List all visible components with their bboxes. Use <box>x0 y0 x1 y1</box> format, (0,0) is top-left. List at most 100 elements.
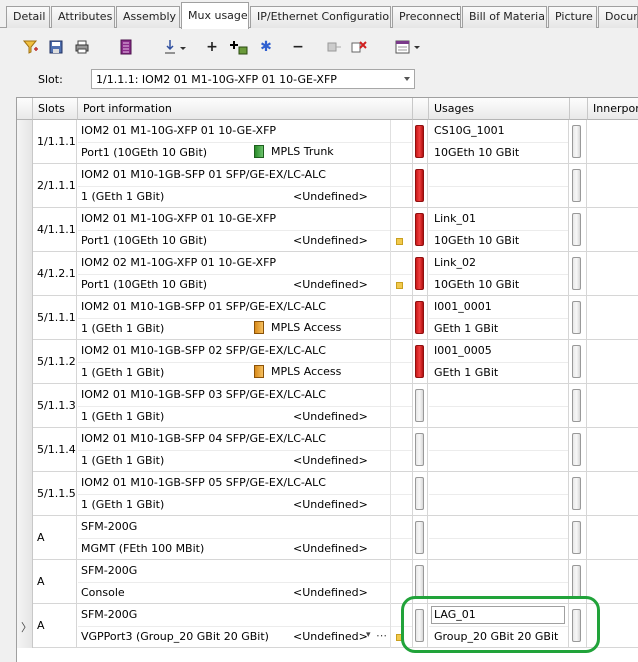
port-information-cell[interactable]: IOM2 01 M1-10G-XFP 01 10-GE-XFP Port1 (10… <box>78 120 413 164</box>
indicator-cell[interactable] <box>390 208 412 252</box>
disconnect-icon[interactable] <box>325 38 343 56</box>
usage-cell[interactable]: LAG_01 Group_20 GBit 20 GBit <box>429 604 569 648</box>
table-row[interactable]: 5/1.1.1 IOM2 01 M10-1GB-SFP 01 SFP/GE-EX/… <box>17 296 638 340</box>
port-information-cell[interactable]: SFM-200G VGPPort3 (Group_20 GBit 20 GBit)… <box>78 604 413 648</box>
innerport-cell[interactable] <box>588 472 638 516</box>
status-cell[interactable] <box>413 252 428 296</box>
innerport-cell[interactable] <box>588 340 638 384</box>
tab-assembly[interactable]: Assembly <box>116 6 180 28</box>
usage-cell[interactable]: Link_01 10GEth 10 GBit <box>429 208 569 252</box>
slot-cell[interactable]: 4/1.1.1 <box>33 208 77 252</box>
indicator-cell[interactable] <box>390 340 412 384</box>
indicator-cell[interactable] <box>390 164 412 208</box>
port-information-cell[interactable]: IOM2 01 M10-1GB-SFP 01 SFP/GE-EX/LC-ALC 1… <box>78 164 413 208</box>
table-row[interactable]: A SFM-200G Console <Undefined> <box>17 560 638 604</box>
row-header[interactable] <box>17 428 33 472</box>
usage-cell[interactable]: Link_02 10GEth 10 GBit <box>429 252 569 296</box>
tab-picture[interactable]: Picture <box>548 6 597 28</box>
indicator-cell[interactable] <box>390 472 412 516</box>
status-cell[interactable] <box>413 120 428 164</box>
usage-flag-cell[interactable] <box>570 164 587 208</box>
table-row[interactable]: 5/1.1.4 IOM2 01 M10-1GB-SFP 04 SFP/GE-EX/… <box>17 428 638 472</box>
innerport-cell[interactable] <box>588 296 638 340</box>
slot-cell[interactable]: 4/1.2.1 <box>33 252 77 296</box>
row-header[interactable] <box>17 296 33 340</box>
chevron-down-icon[interactable] <box>404 77 410 81</box>
port-information-cell[interactable]: IOM2 01 M10-1GB-SFP 04 SFP/GE-EX/LC-ALC 1… <box>78 428 413 472</box>
port-information-cell[interactable]: SFM-200G Console <Undefined> <box>78 560 413 604</box>
usage-cell[interactable]: CS10G_1001 10GEth 10 GBit <box>429 120 569 164</box>
usage-cell[interactable]: I001_0001 GEth 1 GBit <box>429 296 569 340</box>
port-information-cell[interactable]: SFM-200G MGMT (FEth 100 MBit) <Undefined> <box>78 516 413 560</box>
table-row[interactable]: 4/1.1.1 IOM2 01 M1-10G-XFP 01 10-GE-XFP Po… <box>17 208 638 252</box>
snowflake-icon[interactable]: ✱ <box>257 38 275 56</box>
usage-cell[interactable] <box>429 472 569 516</box>
tab-bill-of-material[interactable]: Bill of Material <box>462 6 547 28</box>
slot-cell[interactable]: 1/1.1.1 <box>33 120 77 164</box>
service-label[interactable]: MPLS Access <box>254 365 341 378</box>
slot-cell[interactable]: A <box>33 560 77 604</box>
table-row[interactable]: 〉 A SFM-200G VGPPort3 (Group_20 GBit 20 GBi… <box>17 604 638 648</box>
table-row[interactable]: 5/1.1.3 IOM2 01 M10-1GB-SFP 03 SFP/GE-EX/… <box>17 384 638 428</box>
service-undefined[interactable]: <Undefined> <box>293 498 368 511</box>
status-cell[interactable] <box>413 560 428 604</box>
innerport-cell[interactable] <box>588 560 638 604</box>
indicator-cell[interactable] <box>390 428 412 472</box>
row-header[interactable] <box>17 164 33 208</box>
usage-flag-cell[interactable] <box>570 560 587 604</box>
service-label[interactable]: MPLS Access <box>254 321 341 334</box>
table-row[interactable]: A SFM-200G MGMT (FEth 100 MBit) <Undefined> <box>17 516 638 560</box>
innerport-cell[interactable] <box>588 516 638 560</box>
service-undefined[interactable]: <Undefined> <box>293 190 368 203</box>
service-undefined[interactable]: <Undefined> <box>293 234 368 247</box>
service-undefined[interactable]: <Undefined> <box>293 630 368 643</box>
usage-cell[interactable] <box>429 428 569 472</box>
status-cell[interactable] <box>413 384 428 428</box>
status-cell[interactable] <box>413 208 428 252</box>
usage-cell[interactable] <box>429 384 569 428</box>
add-to-group-icon[interactable] <box>229 38 249 56</box>
usage-flag-cell[interactable] <box>570 604 587 648</box>
slot-cell[interactable]: 5/1.1.5 <box>33 472 77 516</box>
sort-icon[interactable] <box>162 38 188 56</box>
slot-cell[interactable]: 5/1.1.1 <box>33 296 77 340</box>
usage-flag-cell[interactable] <box>570 384 587 428</box>
service-undefined[interactable]: <Undefined> <box>293 586 368 599</box>
chevron-down-icon[interactable]: ▾ <box>366 630 371 640</box>
innerport-cell[interactable] <box>588 428 638 472</box>
list-icon[interactable] <box>117 38 135 56</box>
report-icon[interactable] <box>395 38 423 56</box>
usage-flag-cell[interactable] <box>570 120 587 164</box>
print-icon[interactable] <box>73 38 91 56</box>
row-header[interactable] <box>17 252 33 296</box>
usage-cell[interactable] <box>429 164 569 208</box>
indicator-cell[interactable] <box>390 252 412 296</box>
usage-cell[interactable] <box>429 516 569 560</box>
table-row[interactable]: 5/1.1.2 IOM2 01 M10-1GB-SFP 02 SFP/GE-EX/… <box>17 340 638 384</box>
indicator-cell[interactable] <box>390 560 412 604</box>
service-undefined[interactable]: <Undefined> <box>293 454 368 467</box>
port-information-cell[interactable]: IOM2 01 M10-1GB-SFP 03 SFP/GE-EX/LC-ALC 1… <box>78 384 413 428</box>
indicator-cell[interactable] <box>390 604 412 648</box>
tab-ip-ethernet-configuration[interactable]: IP/Ethernet Configuration <box>250 6 391 28</box>
status-cell[interactable] <box>413 428 428 472</box>
innerport-cell[interactable] <box>588 164 638 208</box>
status-cell[interactable] <box>413 296 428 340</box>
column-header-usages[interactable]: Usages <box>429 98 570 120</box>
column-header-usage-flag[interactable] <box>570 98 588 120</box>
slot-cell[interactable]: 5/1.1.4 <box>33 428 77 472</box>
slot-select[interactable]: 1/1.1.1: IOM2 01 M1-10G-XFP 01 10-GE-XFP <box>91 69 415 89</box>
indicator-cell[interactable] <box>390 384 412 428</box>
usage-flag-cell[interactable] <box>570 428 587 472</box>
service-label[interactable]: MPLS Trunk <box>254 145 334 158</box>
usage-cell[interactable]: I001_0005 GEth 1 GBit <box>429 340 569 384</box>
remove-icon[interactable]: − <box>289 38 307 56</box>
slot-cell[interactable]: 2/1.1.1 <box>33 164 77 208</box>
slot-cell[interactable]: A <box>33 604 77 648</box>
port-information-cell[interactable]: IOM2 01 M10-1GB-SFP 02 SFP/GE-EX/LC-ALC 1… <box>78 340 413 384</box>
innerport-cell[interactable] <box>588 120 638 164</box>
status-cell[interactable] <box>413 604 428 648</box>
status-cell[interactable] <box>413 164 428 208</box>
row-header[interactable]: 〉 <box>17 604 33 648</box>
tab-mux-usage[interactable]: Mux usage <box>181 2 249 29</box>
